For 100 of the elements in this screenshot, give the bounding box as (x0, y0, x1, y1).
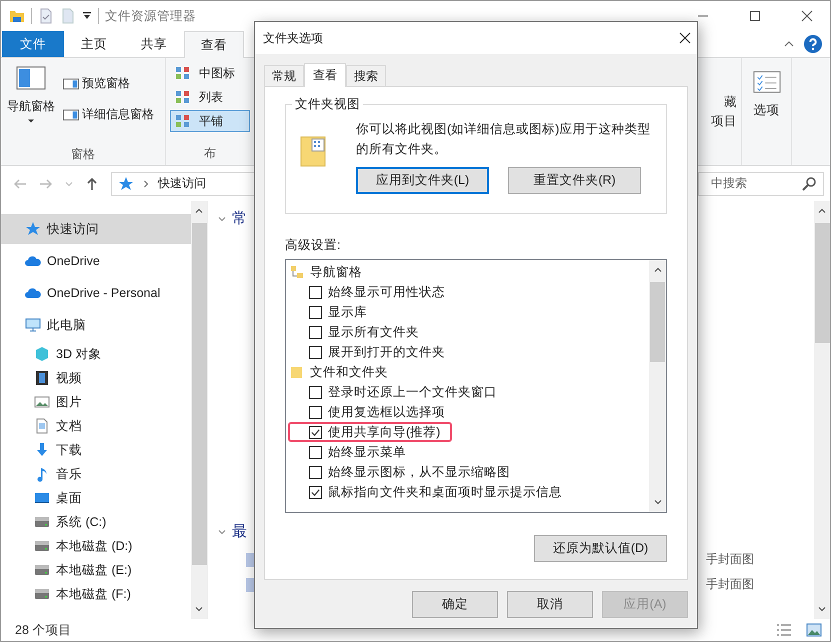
sidebar-item[interactable]: 视频 (1, 366, 191, 390)
hidden-items-label[interactable]: 项目 (711, 113, 741, 130)
collapse-ribbon-icon[interactable] (784, 39, 794, 49)
checkbox-label[interactable]: 使用共享向导(推荐) (328, 424, 440, 440)
sidebar-item[interactable]: 系统 (C:) (1, 510, 191, 534)
checkbox[interactable] (309, 406, 322, 418)
folder-view-button[interactable]: 重置文件夹(R) (508, 167, 641, 194)
sidebar-item[interactable]: 下载 (1, 438, 191, 462)
pane-button[interactable]: 详细信息窗格 (61, 104, 156, 125)
close-icon[interactable] (801, 10, 813, 22)
help-icon[interactable] (804, 35, 822, 53)
checkbox[interactable] (309, 326, 322, 338)
section-header[interactable]: 最 (232, 522, 247, 541)
scroll-up-icon[interactable] (654, 266, 662, 274)
dropdown-caret-icon (27, 117, 35, 125)
checkbox-label[interactable]: 显示库 (328, 304, 367, 320)
scrollbar[interactable] (814, 201, 830, 619)
checkbox[interactable] (309, 486, 322, 498)
checkbox[interactable] (309, 426, 322, 438)
grid-icon (175, 89, 191, 105)
dialog-tab[interactable]: 搜索 (346, 65, 386, 86)
layout-option[interactable]: 平铺 (170, 110, 250, 132)
checkbox[interactable] (309, 306, 322, 318)
up-arrow-icon[interactable] (85, 176, 99, 190)
dialog-button[interactable]: 取消 (507, 591, 593, 618)
sidebar-item[interactable]: 本地磁盘 (E:) (1, 558, 191, 582)
pane-layout-icon (63, 76, 79, 92)
sidebar-item[interactable]: 桌面 (1, 486, 191, 510)
file-name[interactable]: 手封面图 (706, 551, 814, 568)
scroll-down-icon[interactable] (195, 605, 203, 613)
scroll-down-icon[interactable] (654, 498, 662, 506)
checkbox-label[interactable]: 展开到打开的文件夹 (328, 344, 445, 360)
chevron-right-icon[interactable] (142, 180, 150, 188)
hidden-items-label[interactable]: 藏 (724, 94, 741, 111)
ribbon-tab[interactable]: 共享 (124, 31, 184, 57)
sidebar-item[interactable]: 本地磁盘 (F:) (1, 582, 191, 606)
checkbox[interactable] (309, 386, 322, 398)
pane-button[interactable]: 预览窗格 (61, 73, 156, 94)
sidebar-item[interactable]: 3D 对象 (1, 342, 191, 366)
description-text: 你可以将此视图(如详细信息或图标)应用于这种类型的所有文件夹。 (356, 121, 652, 158)
ribbon-tab[interactable]: 主页 (64, 31, 124, 57)
checkmark-page-icon[interactable] (38, 8, 54, 24)
pane-layout-icon (16, 66, 46, 90)
sidebar-item[interactable]: 文档 (1, 414, 191, 438)
folder-icon (9, 8, 25, 24)
section-header[interactable]: 常 (232, 209, 247, 228)
checkbox[interactable] (309, 466, 322, 478)
close-icon[interactable] (679, 32, 691, 44)
item-count: 28 个项目 (15, 622, 72, 638)
desktop-icon (34, 490, 50, 506)
layout-option[interactable]: 列表 (170, 86, 250, 108)
ribbon-tab[interactable]: 文件 (2, 31, 64, 57)
checkbox-label[interactable]: 始终显示菜单 (328, 444, 406, 460)
checkbox-label[interactable]: 登录时还原上一个文件夹窗口 (328, 384, 497, 400)
sidebar-item[interactable]: 本地磁盘 (D:) (1, 534, 191, 558)
scroll-up-icon[interactable] (195, 207, 203, 215)
dialog-tab[interactable]: 查看 (304, 63, 346, 87)
checkbox-label[interactable]: 始终显示可用性状态 (328, 284, 445, 300)
scrollbar[interactable] (191, 201, 207, 619)
drive-icon (34, 586, 50, 602)
checkbox-label[interactable]: 使用复选框以选择项 (328, 404, 445, 420)
grid-icon (175, 113, 191, 129)
checkbox-label[interactable]: 鼠标指向文件夹和桌面项时显示提示信息 (328, 484, 562, 500)
large-icons-view-icon[interactable] (806, 622, 822, 638)
options-button[interactable]: 选项 (750, 62, 782, 127)
navigation-pane-button[interactable]: 导航窗格 (5, 62, 57, 144)
sidebar-item[interactable]: 音乐 (1, 462, 191, 486)
dropdown-icon[interactable] (82, 11, 92, 21)
chevron-down-icon[interactable] (218, 214, 226, 222)
file-name[interactable]: 手封面图 (706, 576, 814, 593)
search-field[interactable]: 中搜索 (698, 172, 824, 196)
sidebar-item[interactable]: 此电脑 (1, 310, 191, 340)
scrollbar[interactable] (649, 260, 666, 512)
checkbox-label[interactable]: 始终显示图标，从不显示缩略图 (328, 464, 510, 480)
document-icon (34, 418, 50, 434)
sidebar-item[interactable]: OneDrive (1, 246, 191, 276)
scroll-down-icon[interactable] (818, 605, 826, 613)
checklist-icon (752, 70, 780, 94)
sidebar-item[interactable]: 快速访问 (1, 214, 191, 244)
checkbox[interactable] (309, 286, 322, 298)
details-view-icon[interactable] (776, 622, 792, 638)
checkbox[interactable] (309, 346, 322, 358)
sidebar-item[interactable]: OneDrive - Personal (1, 278, 191, 308)
dialog-button[interactable]: 确定 (412, 591, 498, 618)
group-title: 文件夹视图 (292, 96, 363, 113)
address-path[interactable]: 快速访问 (158, 175, 206, 192)
scroll-up-icon[interactable] (818, 207, 826, 215)
dialog-tab[interactable]: 常规 (264, 65, 304, 86)
ribbon-tab[interactable]: 查看 (184, 31, 244, 58)
chevron-down-icon[interactable] (218, 528, 226, 536)
restore-defaults-button[interactable]: 还原为默认值(D) (534, 535, 667, 562)
folder-view-button[interactable]: 应用到文件夹(L) (356, 167, 489, 194)
checkbox[interactable] (309, 446, 322, 458)
picture-icon (34, 394, 50, 410)
layout-option[interactable]: 中图标 (170, 62, 250, 84)
group-label: 窗格 (70, 146, 96, 163)
search-icon[interactable] (801, 176, 817, 192)
checkbox-label[interactable]: 显示所有文件夹 (328, 324, 419, 340)
maximize-icon[interactable] (749, 10, 761, 22)
sidebar-item[interactable]: 图片 (1, 390, 191, 414)
